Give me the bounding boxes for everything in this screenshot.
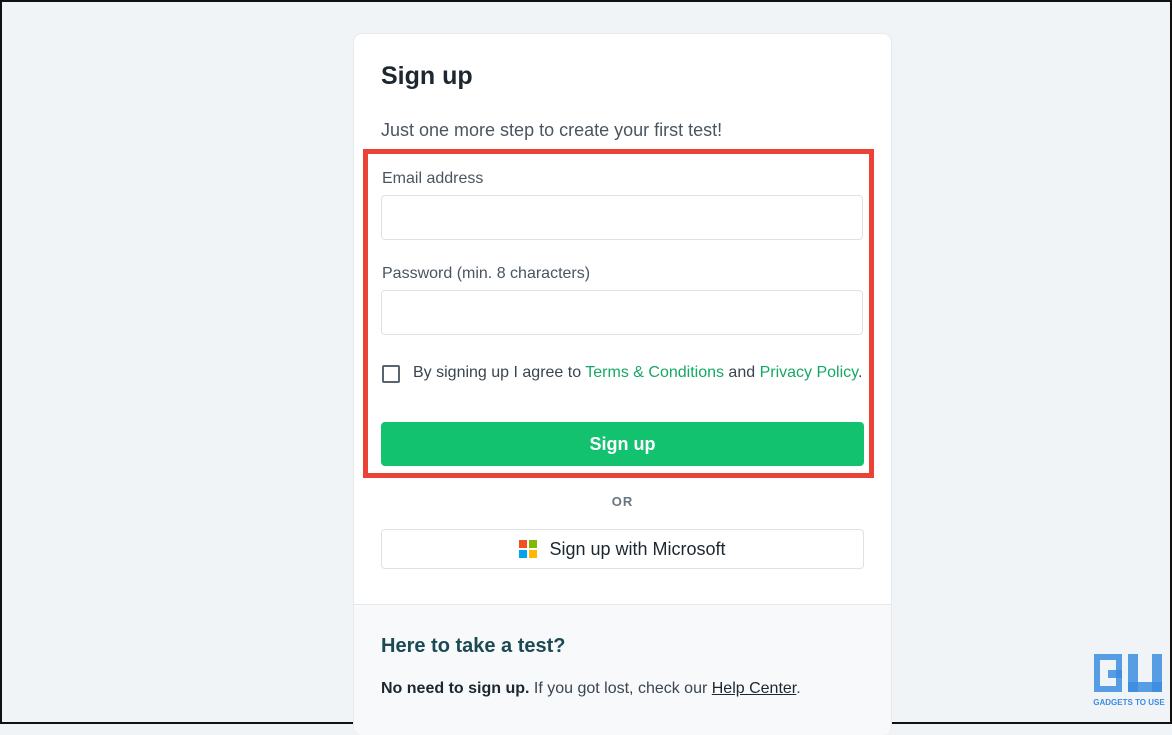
signup-card: Sign up Just one more step to create you… xyxy=(354,34,891,735)
password-label: Password (min. 8 characters) xyxy=(382,265,591,282)
agree-middle: and xyxy=(723,364,760,381)
help-center-link[interactable]: Help Center xyxy=(712,680,797,697)
footer-suffix: . xyxy=(796,680,801,697)
take-test-section: Here to take a test? No need to sign up.… xyxy=(354,604,891,735)
watermark-text: GADGETS TO USE xyxy=(1093,698,1165,707)
terms-link[interactable]: Terms & Conditions xyxy=(585,364,724,381)
page-title: Sign up xyxy=(381,62,473,90)
take-test-text: No need to sign up. If you got lost, che… xyxy=(381,680,801,698)
microsoft-signup-button[interactable]: Sign up with Microsoft xyxy=(381,529,864,569)
terms-agreement-text: By signing up I agree to Terms & Conditi… xyxy=(413,364,862,382)
take-test-title: Here to take a test? xyxy=(381,635,566,657)
microsoft-signup-label: Sign up with Microsoft xyxy=(549,538,726,559)
terms-checkbox[interactable] xyxy=(382,365,400,383)
signup-button[interactable]: Sign up xyxy=(381,422,864,466)
or-divider: OR xyxy=(611,494,634,509)
no-signup-text: No need to sign up. xyxy=(381,680,530,697)
agree-prefix: By signing up I agree to xyxy=(413,364,586,381)
email-label: Email address xyxy=(382,170,484,187)
gadgets-to-use-logo: GADGETS TO USE xyxy=(1093,654,1165,707)
agree-suffix: . xyxy=(857,364,863,381)
password-field[interactable] xyxy=(381,290,863,335)
microsoft-logo-icon xyxy=(519,540,538,558)
email-field[interactable] xyxy=(381,195,863,240)
lost-text: If you got lost, check our xyxy=(529,680,712,697)
privacy-link[interactable]: Privacy Policy xyxy=(760,364,858,381)
page-subtitle: Just one more step to create your first … xyxy=(381,120,723,140)
